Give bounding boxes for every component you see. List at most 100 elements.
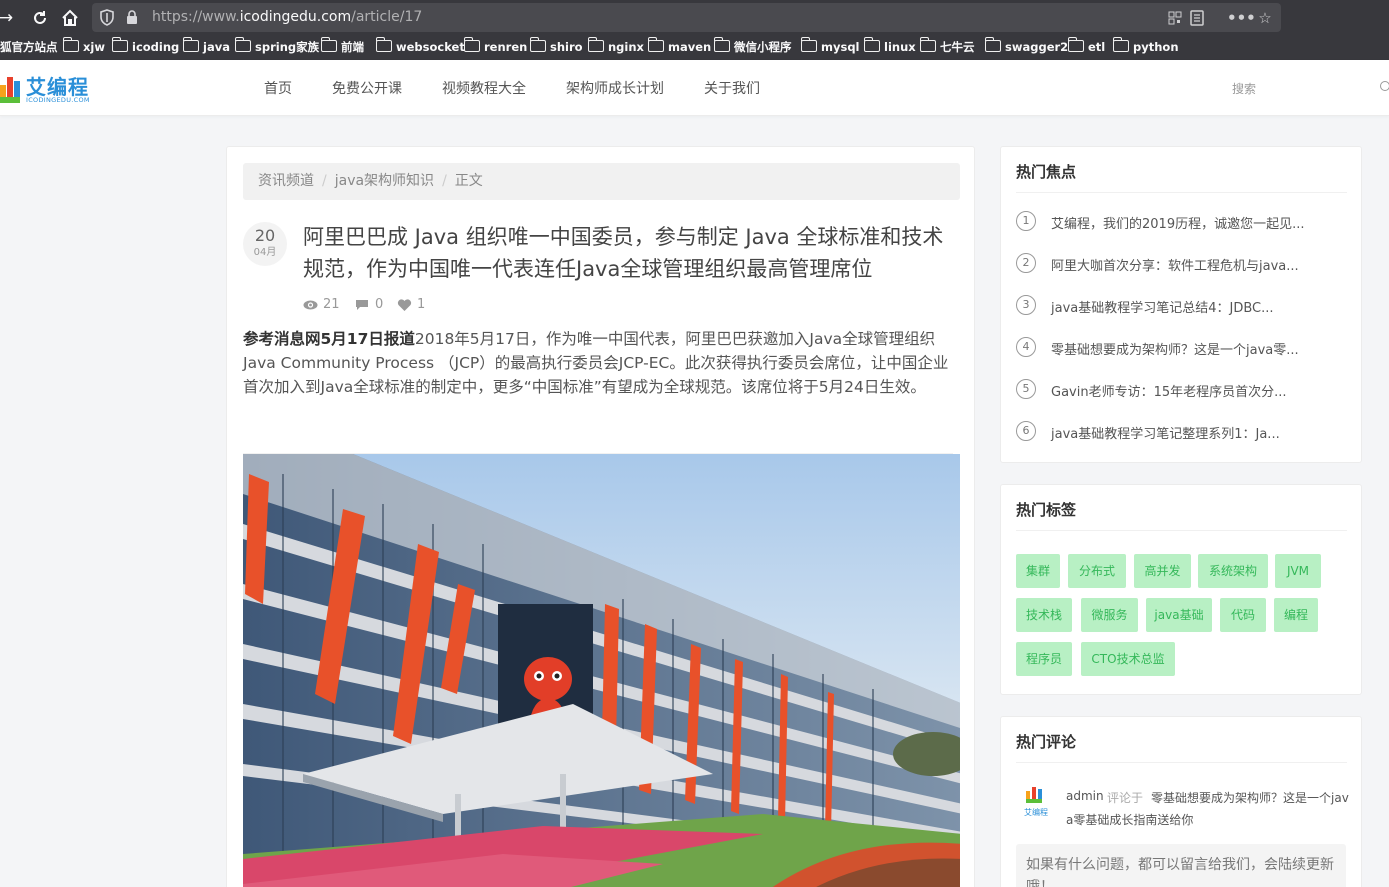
hot-item[interactable]: 6 java基础教程学习笔记整理系列1：Ja... <box>1016 421 1346 443</box>
folder-icon <box>463 37 480 52</box>
bookmark-item[interactable]: nginx <box>587 37 644 56</box>
tag-item[interactable]: 编程 <box>1274 598 1318 632</box>
comment-post-link[interactable]: 零基础想要成为架构师？这是一个jav <box>1151 789 1349 806</box>
tag-item[interactable]: CTO技术总监 <box>1081 642 1175 676</box>
bookmark-label: xjw <box>83 40 105 54</box>
folder-icon <box>62 37 79 52</box>
nav-free-courses[interactable]: 免费公开课 <box>332 78 402 98</box>
hot-tags-widget: 热门标签 集群 分布式 高并发 系统架构 JVM 技术栈 微服务 java基础 … <box>1000 484 1362 695</box>
bookmark-label: spring家族 <box>255 40 320 54</box>
hot-item[interactable]: 2 阿里大咖首次分享：软件工程危机与java... <box>1016 253 1346 275</box>
folder-icon <box>111 37 128 52</box>
hot-item-title[interactable]: Gavin老师专访：15年老程序员首次分... <box>1051 381 1287 400</box>
bookmark-label: renren <box>484 40 528 54</box>
tag-item[interactable]: 程序员 <box>1016 642 1072 676</box>
breadcrumb-current: 正文 <box>454 173 483 189</box>
bookmark-label: maven <box>668 40 712 54</box>
tag-item[interactable]: 系统架构 <box>1198 554 1268 588</box>
home-icon[interactable] <box>58 6 82 30</box>
lock-icon[interactable] <box>126 10 138 25</box>
hot-item-title[interactable]: 阿里大咖首次分享：软件工程危机与java... <box>1051 255 1299 274</box>
nav-architect-plan[interactable]: 架构师成长计划 <box>566 78 664 98</box>
url-text[interactable]: https://www.icodingedu.com/article/17 <box>152 9 422 25</box>
address-bar[interactable]: https://www.icodingedu.com/article/17 ••… <box>92 3 1281 32</box>
nav-home[interactable]: 首页 <box>264 78 292 98</box>
search-icon[interactable] <box>1380 81 1389 91</box>
rank-number: 5 <box>1016 379 1036 399</box>
bookmark-item[interactable]: mysql <box>800 37 860 56</box>
bookmark-item[interactable]: xjw <box>62 37 105 56</box>
rank-number: 6 <box>1016 421 1036 441</box>
bookmarks-bar: 狐官方站点 xjw icoding java spring家族 前端 webso… <box>0 35 1389 60</box>
folder-icon <box>1112 37 1129 52</box>
avatar[interactable]: 艾编程 <box>1016 785 1056 825</box>
bookmark-item[interactable]: python <box>1112 37 1179 56</box>
bookmark-label: 微信小程序 <box>734 40 792 54</box>
bookmark-item[interactable]: renren <box>463 37 528 56</box>
browser-toolbar: → https://www.icodingedu.com/article/17 … <box>0 0 1389 35</box>
hot-item[interactable]: 3 java基础教程学习笔记总结4：JDBC... <box>1016 295 1346 317</box>
bookmark-item[interactable]: spring家族 <box>234 37 320 56</box>
bookmark-item[interactable]: websocket <box>375 37 465 56</box>
comment-author[interactable]: admin <box>1066 789 1104 803</box>
hot-item[interactable]: 4 零基础想要成为架构师？这是一个java零... <box>1016 337 1346 359</box>
tag-item[interactable]: 技术栈 <box>1016 598 1072 632</box>
bookmark-label: websocket <box>396 40 465 54</box>
back-icon[interactable]: → <box>0 6 18 30</box>
search-input[interactable]: 搜索 <box>1232 80 1256 97</box>
tag-item[interactable]: 高并发 <box>1134 554 1191 588</box>
bookmark-item[interactable]: 七牛云 <box>919 37 975 56</box>
bookmark-item[interactable]: 微信小程序 <box>713 37 792 56</box>
hot-item-title[interactable]: 艾编程，我们的2019历程，诚邀您一起见... <box>1051 213 1304 232</box>
nav-about-us[interactable]: 关于我们 <box>704 78 760 98</box>
bookmark-item[interactable]: etl <box>1067 37 1105 56</box>
article-card: 资讯频道 / java架构师知识 / 正文 20 04月 阿里巴巴成 Java 组织唯一… <box>226 146 975 887</box>
more-actions-icon[interactable]: ••• <box>1227 8 1256 28</box>
bookmark-item[interactable]: java <box>182 37 230 56</box>
bookmark-item[interactable]: 狐官方站点 <box>0 39 58 56</box>
widget-title: 热门焦点 <box>1016 163 1077 181</box>
bookmark-item[interactable]: linux <box>863 37 916 56</box>
divider <box>1016 192 1347 193</box>
divider <box>1016 762 1347 763</box>
comments-value: 0 <box>375 297 384 312</box>
url-host: icodingedu.com <box>239 9 352 25</box>
tag-item[interactable]: 集群 <box>1016 554 1060 588</box>
folder-icon <box>587 37 604 52</box>
reload-icon[interactable] <box>28 6 52 30</box>
eye-icon <box>303 300 318 310</box>
breadcrumb-news[interactable]: 资讯频道 <box>258 173 314 189</box>
nav-video-tutorials[interactable]: 视频教程大全 <box>442 78 526 98</box>
bookmark-star-icon[interactable]: ☆ <box>1255 8 1275 28</box>
bookmark-label: 狐官方站点 <box>0 40 58 54</box>
qr-code-icon[interactable] <box>1167 8 1183 28</box>
comment-post-link-cont[interactable]: a零基础成长指南送给你 <box>1066 811 1193 828</box>
rank-number: 3 <box>1016 295 1036 315</box>
hot-item-title[interactable]: java基础教程学习笔记整理系列1：Ja... <box>1051 423 1280 442</box>
bookmark-label: java <box>203 40 230 54</box>
bookmark-item[interactable]: 前端 <box>320 37 364 56</box>
bookmark-item[interactable]: maven <box>647 37 712 56</box>
tag-item[interactable]: 代码 <box>1220 598 1266 632</box>
tag-item[interactable]: 分布式 <box>1068 554 1126 588</box>
shield-icon[interactable] <box>100 9 114 26</box>
breadcrumb-separator: / <box>442 173 447 189</box>
folder-icon <box>800 37 817 52</box>
hot-item-title[interactable]: 零基础想要成为架构师？这是一个java零... <box>1051 339 1299 358</box>
bookmark-label: swagger2 <box>1005 40 1069 54</box>
reader-view-icon[interactable] <box>1189 8 1205 28</box>
hot-item-title[interactable]: java基础教程学习笔记总结4：JDBC... <box>1051 297 1274 316</box>
breadcrumb-java-architect[interactable]: java架构师知识 <box>335 173 434 189</box>
hot-item[interactable]: 5 Gavin老师专访：15年老程序员首次分... <box>1016 379 1346 401</box>
folder-icon <box>647 37 664 52</box>
bookmark-item[interactable]: icoding <box>111 37 179 56</box>
tag-item[interactable]: 微服务 <box>1081 598 1138 632</box>
site-logo[interactable]: 艾编程 ICODINGEDU.COM <box>0 71 90 107</box>
hot-item[interactable]: 1 艾编程，我们的2019历程，诚邀您一起见... <box>1016 211 1346 233</box>
tag-item[interactable]: JVM <box>1275 554 1321 588</box>
bookmark-item[interactable]: swagger2 <box>984 37 1069 56</box>
folder-icon <box>182 37 199 52</box>
tag-item[interactable]: java基础 <box>1146 598 1212 632</box>
bookmark-item[interactable]: shiro <box>529 37 583 56</box>
folder-icon <box>984 37 1001 52</box>
